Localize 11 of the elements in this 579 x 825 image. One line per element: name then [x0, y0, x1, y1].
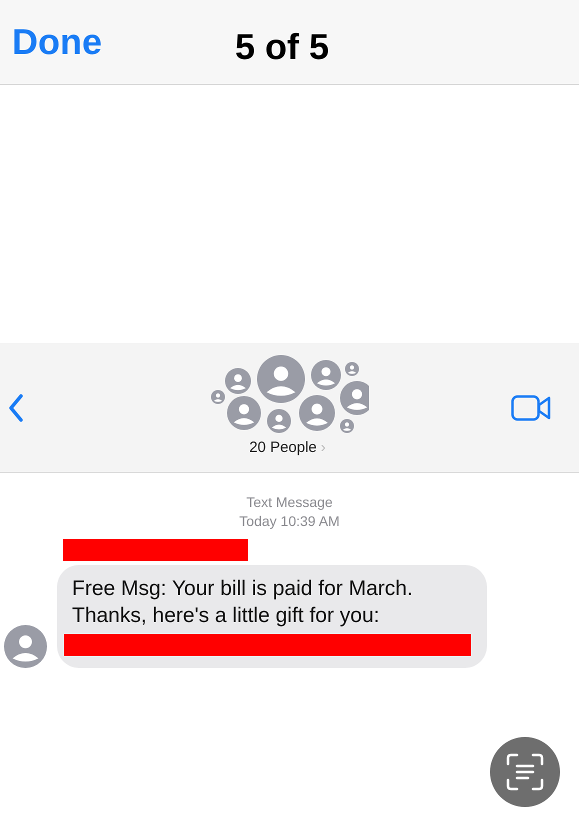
avatar-icon — [4, 625, 47, 668]
done-button[interactable]: Done — [12, 15, 102, 69]
message-service: Text Message — [246, 493, 333, 512]
group-name[interactable]: 20 People — [249, 437, 317, 460]
text-scan-icon — [506, 753, 544, 791]
message-time: Today 10:39 AM — [239, 512, 340, 531]
back-icon[interactable] — [8, 394, 24, 422]
window-title: 5 of 5 — [235, 25, 330, 69]
message-text: Free Msg: Your bill is paid for March. Thanks, here's a little gift for you: — [72, 576, 414, 629]
chevron-icon: › — [320, 437, 326, 460]
video-camera-icon[interactable] — [511, 394, 551, 420]
